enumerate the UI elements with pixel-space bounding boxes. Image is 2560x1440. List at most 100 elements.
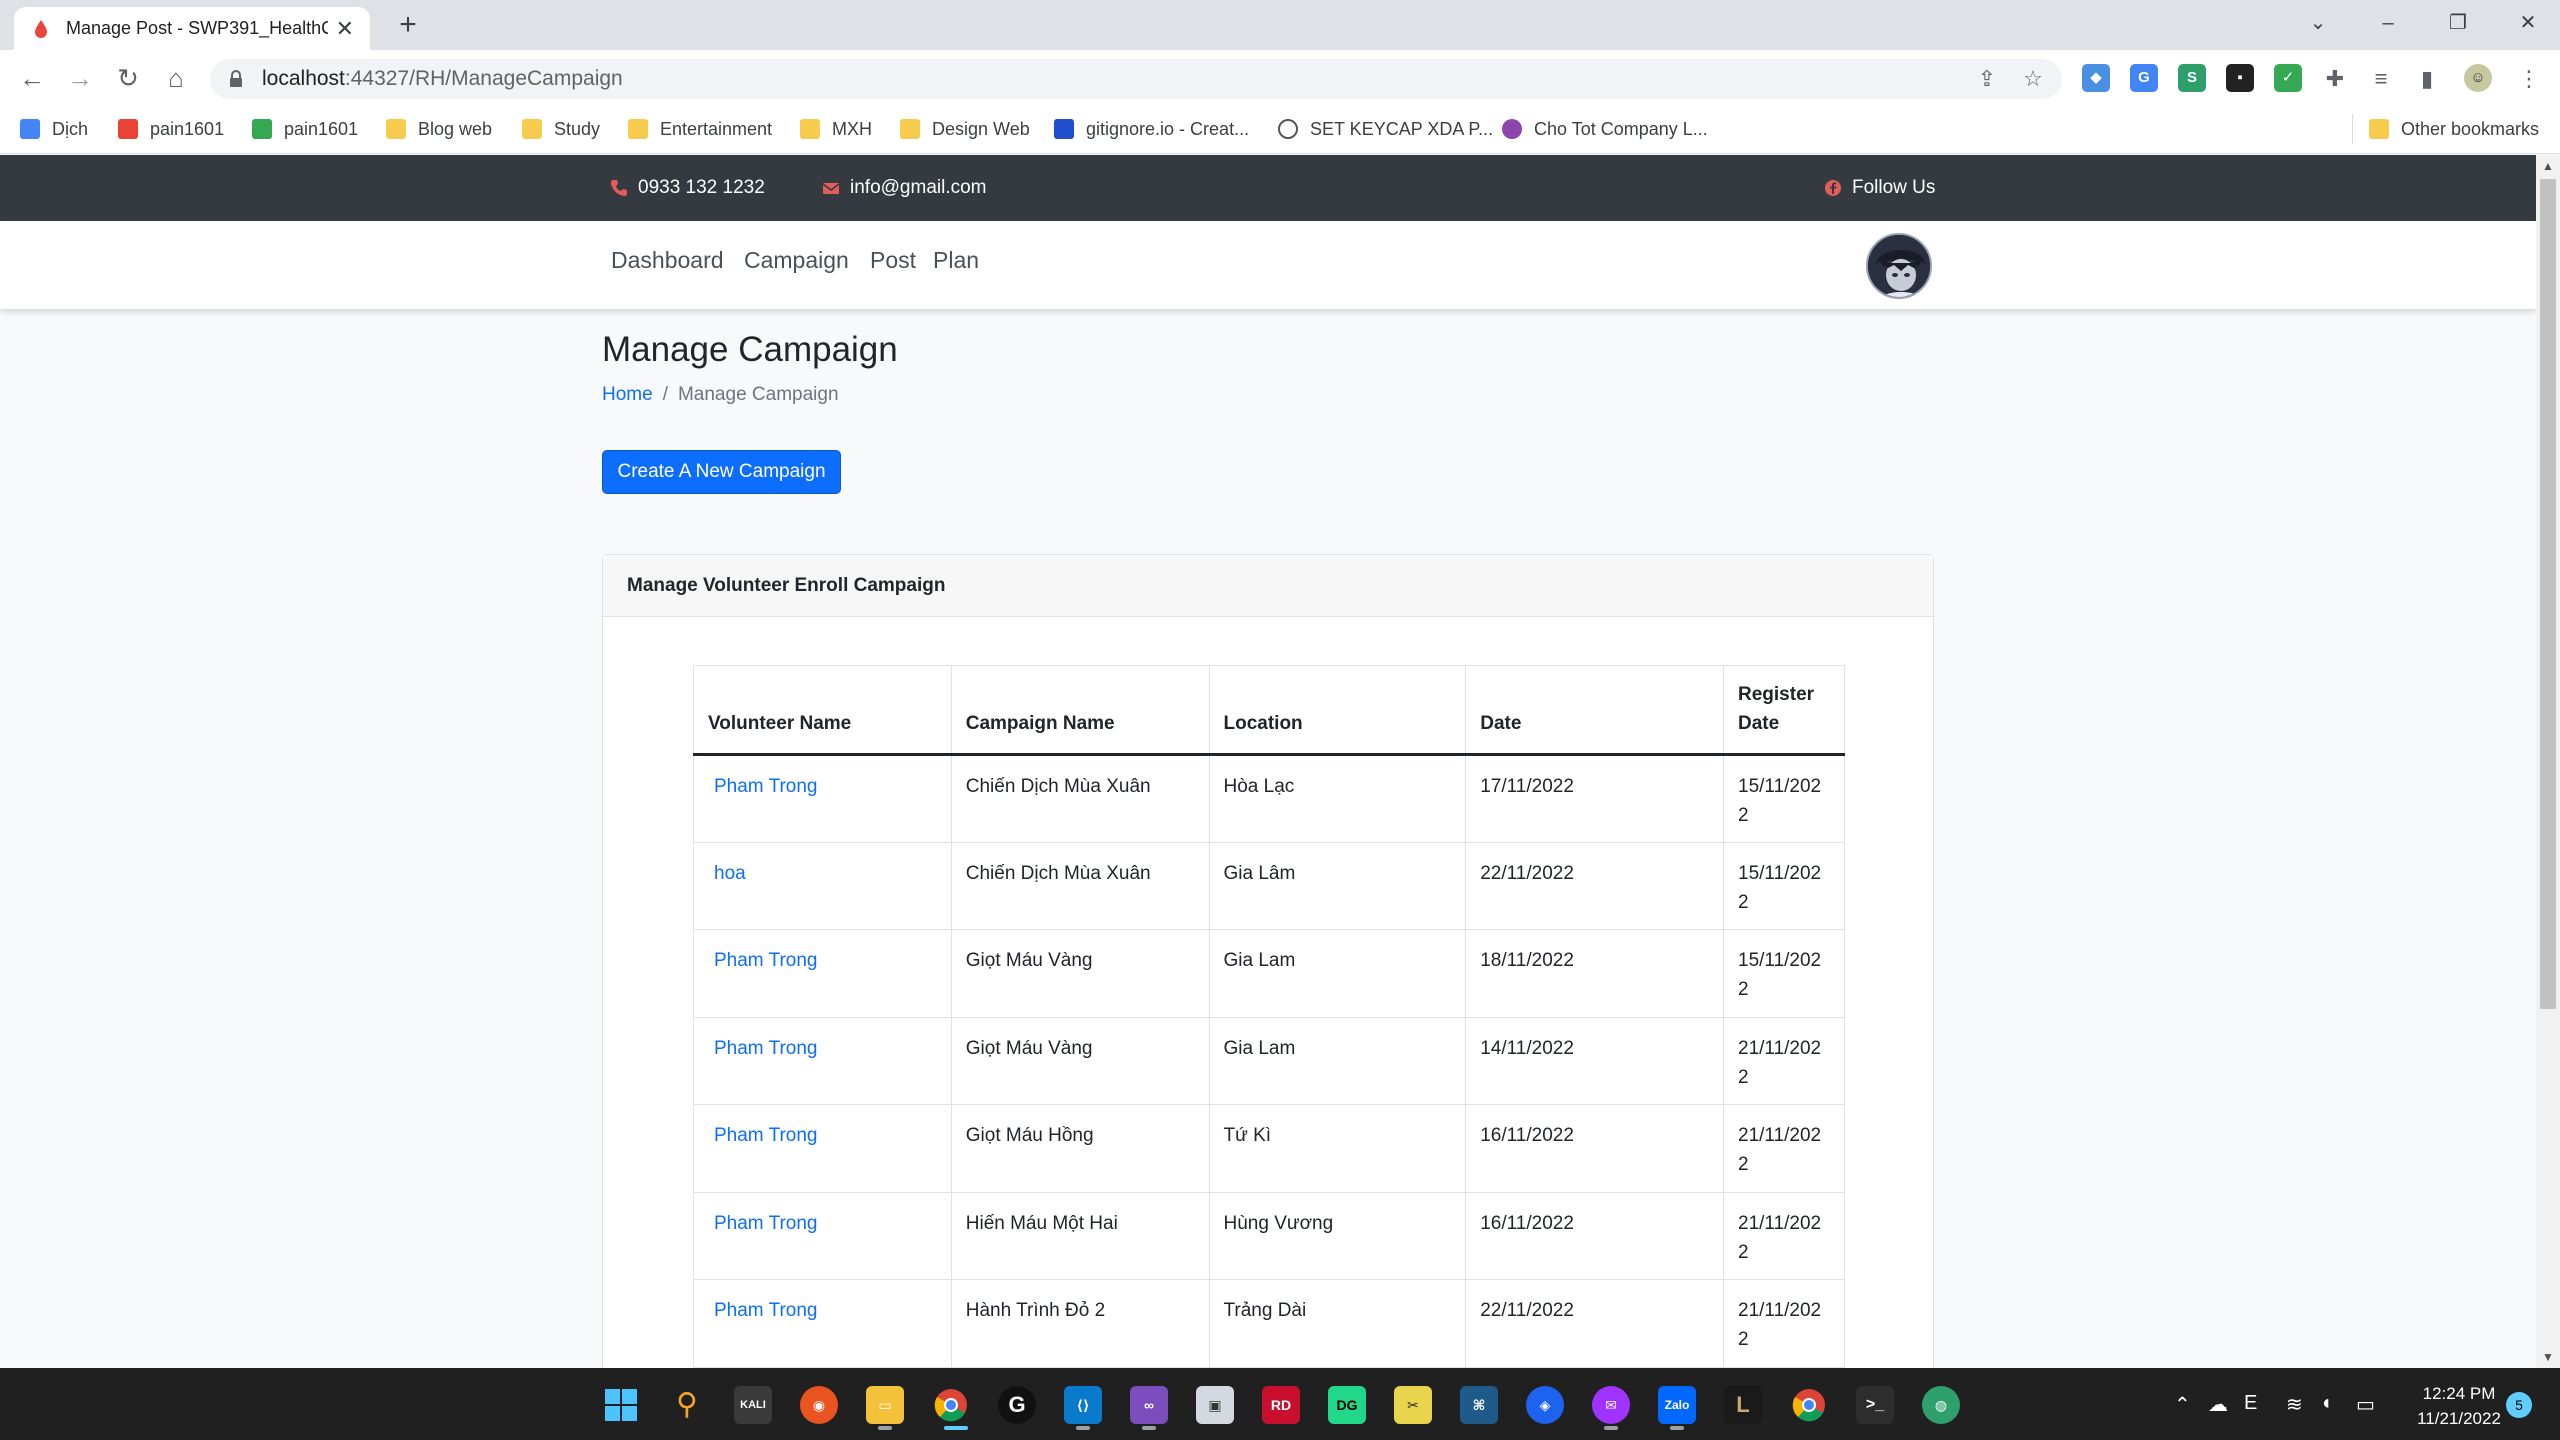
forward-icon[interactable]: → xyxy=(62,60,98,96)
volunteer-link[interactable]: Pham Trong xyxy=(708,776,818,797)
taskbar-clock[interactable]: 12:24 PM 11/21/2022 xyxy=(2404,1381,2514,1431)
bookmark-gitignore[interactable]: gitignore.io - Creat... xyxy=(1054,114,1249,144)
bookmark-study[interactable]: Study xyxy=(522,114,600,144)
explorer-running-indicator xyxy=(878,1426,892,1430)
bookmark-blog-web[interactable]: Blog web xyxy=(386,114,492,144)
bookmark-gmail[interactable]: pain1601 xyxy=(118,114,224,144)
wifi-icon[interactable]: ≋ xyxy=(2286,1392,2303,1417)
reading-list-icon[interactable]: ≡ xyxy=(2366,64,2396,94)
messenger-icon[interactable]: ✉ xyxy=(1592,1386,1630,1424)
minimize-button[interactable]: – xyxy=(2358,6,2418,40)
new-tab-button[interactable]: + xyxy=(390,8,426,44)
volunteer-link[interactable]: Pham Trong xyxy=(708,1125,818,1146)
enroll-table: Volunteer Name Campaign Name Location Da… xyxy=(693,665,1845,1368)
tray-chevron-icon[interactable]: ⌃ xyxy=(2174,1392,2191,1417)
topbar-follow[interactable]: Follow Us xyxy=(1824,177,1935,199)
volunteer-link[interactable]: Pham Trong xyxy=(708,1300,818,1321)
bookmark-entertainment[interactable]: Entertainment xyxy=(628,114,772,144)
col-date[interactable]: Date xyxy=(1465,665,1724,756)
col-location[interactable]: Location xyxy=(1208,665,1466,756)
ubuntu-icon[interactable]: ◉ xyxy=(800,1386,838,1424)
card-header: Manage Volunteer Enroll Campaign xyxy=(603,555,1933,617)
rider-icon[interactable]: RD xyxy=(1262,1386,1300,1424)
extensions-puzzle-icon[interactable]: ✚ xyxy=(2320,64,2350,94)
vscode-icon[interactable]: ⟨⟩ xyxy=(1064,1386,1102,1424)
volunteer-link[interactable]: Pham Trong xyxy=(708,1213,818,1234)
terminal-icon[interactable]: >_ xyxy=(1856,1386,1894,1424)
col-register-date[interactable]: Register Date xyxy=(1723,665,1845,756)
datagrip-icon[interactable]: DG xyxy=(1328,1386,1366,1424)
extension-s-icon[interactable]: S xyxy=(2178,64,2206,92)
tab-search-icon[interactable]: ⌄ xyxy=(2288,6,2348,40)
tab-close-icon[interactable]: ✕ xyxy=(336,16,354,42)
scroll-down-icon[interactable]: ▼ xyxy=(2536,1346,2560,1368)
ime-icon[interactable]: E xyxy=(2244,1392,2257,1415)
col-volunteer-name[interactable]: Volunteer Name xyxy=(693,665,952,756)
location-cell: Hòa Lạc xyxy=(1208,754,1466,843)
bookmark-dich[interactable]: Dịch xyxy=(20,114,88,144)
chrome-menu-icon[interactable]: ⋮ xyxy=(2514,64,2544,94)
notification-badge[interactable]: 5 xyxy=(2506,1392,2532,1418)
docker-icon[interactable]: ◈ xyxy=(1526,1386,1564,1424)
extension-mask-icon[interactable]: ▪ xyxy=(2226,64,2254,92)
volunteer-link[interactable]: Pham Trong xyxy=(708,950,818,971)
gitignore-icon xyxy=(1054,119,1074,139)
facebook-icon xyxy=(1825,180,1841,196)
topbar-phone[interactable]: 0933 132 1232 xyxy=(610,177,765,199)
back-icon[interactable]: ← xyxy=(14,60,50,96)
battery-icon[interactable]: ▭ xyxy=(2356,1392,2375,1417)
side-panel-icon[interactable]: ▮ xyxy=(2412,64,2442,94)
bookmark-star-icon[interactable]: ☆ xyxy=(2018,64,2048,94)
globe-app-icon[interactable]: ◍ xyxy=(1922,1386,1960,1424)
bookmark-keycap[interactable]: SET KEYCAP XDA P... xyxy=(1278,114,1493,144)
league-icon[interactable]: L xyxy=(1724,1386,1762,1424)
kali-icon[interactable]: KALI xyxy=(734,1386,772,1424)
grammarly-icon[interactable]: G xyxy=(998,1386,1036,1424)
scrollbar-thumb[interactable] xyxy=(2540,179,2556,1009)
bookmark-design-web[interactable]: Design Web xyxy=(900,114,1030,144)
topbar-email[interactable]: info@gmail.com xyxy=(822,177,987,199)
translate-extension-icon[interactable]: G xyxy=(2130,64,2158,92)
share-icon[interactable]: ⇪ xyxy=(1972,64,2002,94)
chrome-icon[interactable] xyxy=(932,1386,970,1424)
virtualbox-icon[interactable]: ▣ xyxy=(1196,1386,1234,1424)
extension-drop-icon[interactable]: ◆ xyxy=(2082,64,2110,92)
chrome-profile-icon[interactable] xyxy=(1790,1386,1828,1424)
onedrive-icon[interactable]: ☁ xyxy=(2208,1392,2228,1417)
snipping-tool-icon[interactable]: ✂ xyxy=(1394,1386,1432,1424)
browser-tab[interactable]: Manage Post - SWP391_HealthC ✕ xyxy=(14,7,370,50)
bookmark-mxh[interactable]: MXH xyxy=(800,114,872,144)
nav-dashboard[interactable]: Dashboard xyxy=(611,247,724,274)
nav-post[interactable]: Post xyxy=(870,247,916,274)
nav-campaign[interactable]: Campaign xyxy=(744,247,849,274)
home-icon[interactable]: ⌂ xyxy=(158,60,194,96)
volunteer-link[interactable]: hoa xyxy=(708,863,746,884)
user-avatar[interactable] xyxy=(1866,233,1932,299)
zalo-icon[interactable]: Zalo xyxy=(1658,1386,1696,1424)
phone-icon xyxy=(611,180,627,196)
campaign-cell: Hành Trình Đỏ 2 xyxy=(950,1279,1209,1368)
volume-icon[interactable]: ◖ xyxy=(2320,1392,2332,1415)
address-bar[interactable]: localhost:44327/RH/ManageCampaign xyxy=(210,59,2062,99)
volunteer-link[interactable]: Pham Trong xyxy=(708,1038,818,1059)
windows-start-icon[interactable] xyxy=(602,1386,640,1424)
file-explorer-icon[interactable]: ▭ xyxy=(866,1386,904,1424)
bookmark-drive[interactable]: pain1601 xyxy=(252,114,358,144)
col-campaign-name[interactable]: Campaign Name xyxy=(950,665,1209,756)
restore-button[interactable]: ❐ xyxy=(2428,6,2488,40)
search-icon[interactable]: ⚲ xyxy=(668,1386,706,1424)
extension-shield-icon[interactable]: ✓ xyxy=(2274,64,2302,92)
bookmark-chotot[interactable]: Cho Tot Company L... xyxy=(1502,114,1708,144)
other-bookmarks[interactable]: Other bookmarks xyxy=(2352,114,2539,144)
nav-plan[interactable]: Plan xyxy=(933,247,979,274)
reload-icon[interactable]: ↻ xyxy=(110,60,146,96)
visual-studio-icon[interactable]: ∞ xyxy=(1130,1386,1168,1424)
page-scrollbar[interactable]: ▲ ▼ xyxy=(2536,155,2560,1368)
close-window-button[interactable]: ✕ xyxy=(2498,6,2558,40)
scroll-up-icon[interactable]: ▲ xyxy=(2536,155,2560,177)
register-date-cell: 21/11/2022 xyxy=(1723,1104,1845,1193)
create-campaign-button[interactable]: Create A New Campaign xyxy=(602,450,841,494)
profile-avatar-icon[interactable]: ☺ xyxy=(2464,64,2492,92)
breadcrumb-home[interactable]: Home xyxy=(602,384,653,405)
ssms-icon[interactable]: ⌘ xyxy=(1460,1386,1498,1424)
